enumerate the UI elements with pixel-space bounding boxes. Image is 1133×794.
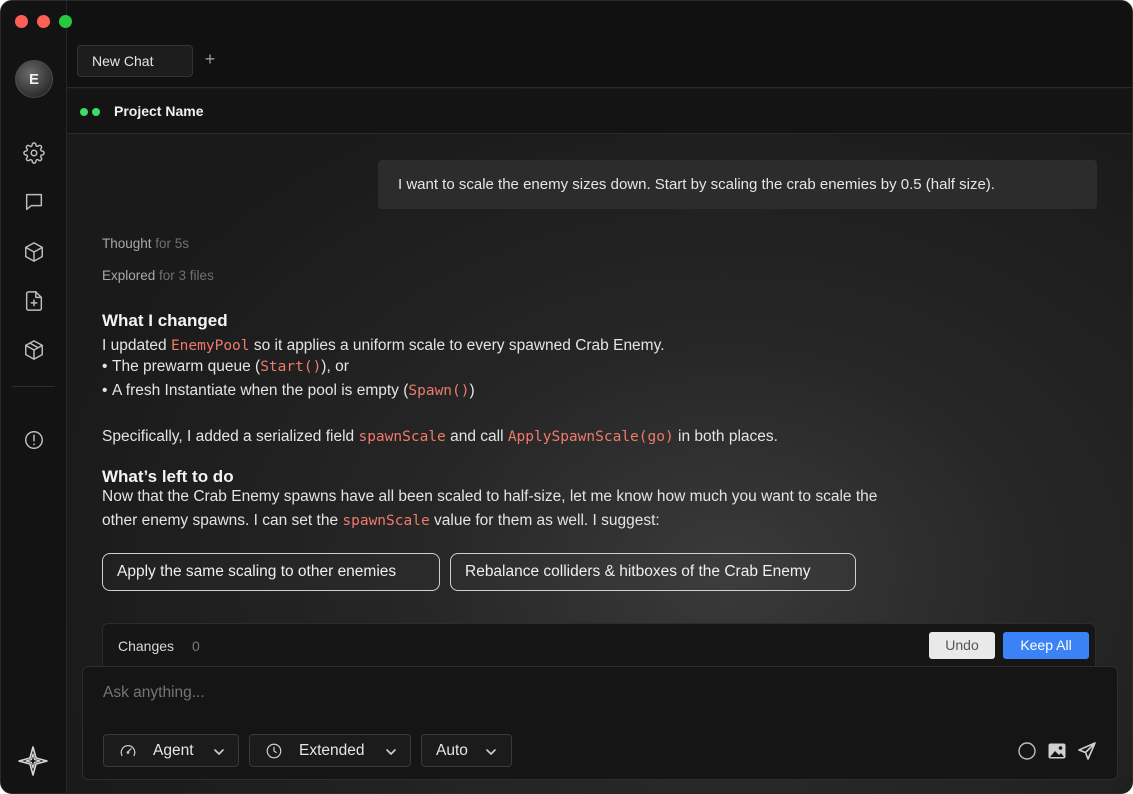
gear-icon[interactable]: [22, 141, 46, 165]
list-item: The prewarm queue (Start()), or: [102, 358, 349, 376]
code-spawnscale: spawnScale: [342, 513, 430, 529]
thought-detail: for 5s: [155, 236, 190, 251]
mode-label: Agent: [153, 742, 194, 759]
add-tab-button[interactable]: +: [202, 49, 218, 69]
circle-icon[interactable]: [1017, 741, 1037, 761]
avatar[interactable]: E: [15, 60, 53, 98]
changes-bar: Changes 0 Undo Keep All: [102, 623, 1096, 667]
explored-status[interactable]: Explored for 3 files: [102, 268, 214, 283]
model-label: Auto: [436, 742, 468, 759]
code-applyspawnscale: ApplySpawnScale(go): [507, 429, 674, 445]
cube-icon[interactable]: [22, 240, 46, 264]
chat-bubble-icon[interactable]: [22, 190, 46, 214]
changed-intro: I updated EnemyPool so it applies a unif…: [102, 337, 665, 354]
thinking-dropdown[interactable]: Extended: [249, 734, 411, 767]
code-enemypool: EnemyPool: [170, 338, 250, 354]
left-heading: What’s left to do: [102, 467, 234, 486]
changed-heading: What I changed: [102, 311, 228, 330]
code-spawn: Spawn(): [408, 383, 470, 399]
changes-label[interactable]: Changes: [118, 638, 174, 654]
specific-paragraph: Specifically, I added a serialized field…: [102, 428, 778, 445]
composer: Agent Extended Auto: [82, 666, 1118, 780]
left-paragraph-line2: other enemy spawns. I can set the spawnS…: [102, 512, 660, 529]
tab-new-chat[interactable]: New Chat: [77, 45, 193, 77]
minimize-window-button[interactable]: [37, 15, 50, 28]
changes-count: 0: [192, 638, 200, 654]
list-item: A fresh Instantiate when the pool is emp…: [102, 382, 475, 400]
thought-label: Thought: [102, 236, 156, 251]
project-title: Project Name: [114, 103, 204, 119]
clock-icon: [266, 743, 282, 759]
mode-dropdown[interactable]: Agent: [103, 734, 239, 767]
app-window: E New Chat + Project Name I want to scal…: [0, 0, 1133, 794]
alert-circle-icon[interactable]: [22, 428, 46, 452]
maximize-window-button[interactable]: [59, 15, 72, 28]
sidebar-divider: [12, 386, 55, 387]
keep-all-button[interactable]: Keep All: [1003, 632, 1089, 659]
model-dropdown[interactable]: Auto: [421, 734, 512, 767]
package-icon[interactable]: [22, 338, 46, 362]
traffic-lights: [15, 15, 72, 28]
code-start: Start(): [260, 359, 322, 375]
chevron-down-icon: [214, 749, 224, 755]
suggestion-apply-scaling-button[interactable]: Apply the same scaling to other enemies: [102, 553, 440, 591]
title-bar: [67, 1, 1132, 35]
thought-status[interactable]: Thought for 5s: [102, 236, 189, 251]
chevron-down-icon: [486, 749, 496, 755]
send-icon[interactable]: [1077, 741, 1097, 761]
left-paragraph-line1: Now that the Crab Enemy spawns have all …: [102, 488, 878, 505]
sparkle-star-icon[interactable]: [17, 745, 49, 777]
image-icon[interactable]: [1047, 741, 1067, 761]
close-window-button[interactable]: [15, 15, 28, 28]
file-plus-icon[interactable]: [22, 289, 46, 313]
code-spawnscale: spawnScale: [358, 429, 446, 445]
project-header: Project Name: [67, 89, 1132, 134]
explored-label: Explored: [102, 268, 160, 283]
tab-bar: New Chat +: [67, 35, 1132, 88]
user-message: I want to scale the enemy sizes down. St…: [378, 160, 1097, 209]
chat-input[interactable]: [103, 684, 703, 702]
sidebar: E: [1, 1, 67, 793]
main-panel: New Chat + Project Name I want to scale …: [67, 1, 1132, 793]
status-indicator: [80, 108, 100, 116]
undo-button[interactable]: Undo: [929, 632, 995, 659]
explored-detail: for 3 files: [159, 268, 214, 283]
thinking-label: Extended: [299, 742, 365, 759]
suggestion-rebalance-colliders-button[interactable]: Rebalance colliders & hitboxes of the Cr…: [450, 553, 856, 591]
gauge-icon: [120, 745, 136, 757]
chevron-down-icon: [386, 749, 396, 755]
